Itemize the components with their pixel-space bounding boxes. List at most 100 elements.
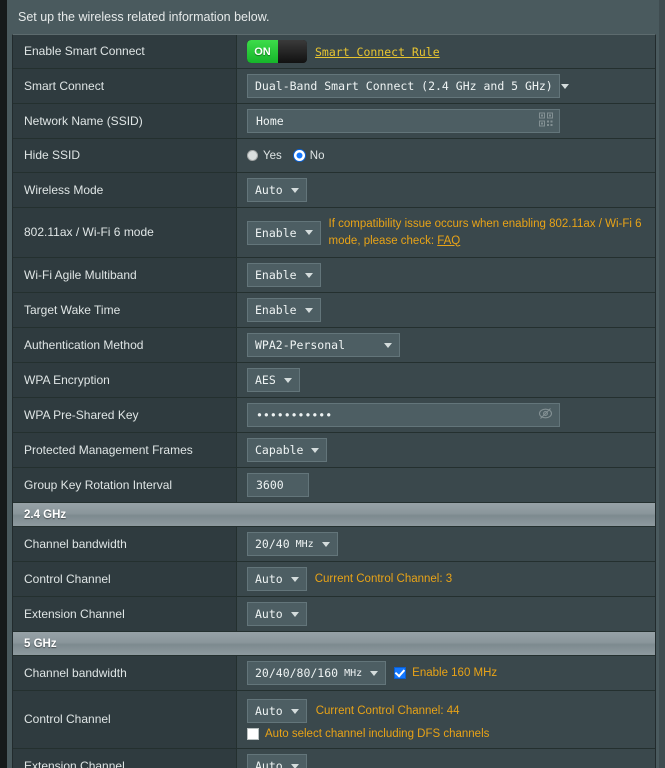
pmf-value: Capable — [255, 443, 304, 457]
value-enable-smart-connect: ON Smart Connect Rule — [237, 35, 655, 68]
row-network-name: Network Name (SSID) Home — [13, 104, 655, 139]
auth-method-select[interactable]: WPA2-Personal — [247, 333, 400, 357]
checkbox-box-160mhz — [394, 667, 407, 679]
value-target-wake-time: Enable — [237, 293, 655, 327]
radio-dot-no — [293, 150, 305, 161]
row-target-wake-time: Target Wake Time Enable — [13, 293, 655, 328]
control-channel-5-value: Auto — [255, 704, 283, 718]
value-24-channel-bandwidth: 20/40 MHz — [237, 527, 655, 561]
row-auth-method: Authentication Method WPA2-Personal — [13, 328, 655, 363]
channel-bandwidth-24-select[interactable]: 20/40 MHz — [247, 532, 338, 556]
pmf-select[interactable]: Capable — [247, 438, 328, 462]
row-ax-mode: 802.11ax / Wi-Fi 6 mode Enable If compat… — [13, 208, 655, 258]
extension-channel-24-select[interactable]: Auto — [247, 602, 307, 626]
smart-connect-rule-link[interactable]: Smart Connect Rule — [315, 45, 440, 59]
enable-160mhz-label: Enable 160 MHz — [412, 667, 498, 679]
control-channel-5-stack: Auto Current Control Channel: 44 Auto se… — [247, 699, 489, 740]
channel-bandwidth-5-select[interactable]: 20/40/80/160 MHz — [247, 661, 387, 685]
current-control-channel-24: Current Control Channel: 3 — [314, 573, 453, 585]
chevron-down-icon — [290, 187, 299, 193]
pre-shared-key-value: ••••••••••• — [256, 408, 333, 422]
row-5-extension-channel: Extension Channel Auto — [13, 749, 655, 768]
chevron-down-icon — [384, 342, 392, 348]
chevron-down-icon — [321, 541, 330, 547]
checkbox-box-dfs — [247, 728, 259, 740]
value-group-key-rotation: 3600 — [237, 468, 655, 502]
control-channel-5-row: Auto Current Control Channel: 44 — [247, 699, 489, 723]
auth-method-value: WPA2-Personal — [255, 338, 346, 352]
label-24-control-channel: Control Channel — [13, 562, 237, 596]
chevron-down-icon — [311, 447, 320, 453]
value-wireless-mode: Auto — [237, 173, 655, 207]
ax-mode-value: Enable — [255, 225, 297, 240]
wpa-encryption-select[interactable]: AES — [247, 368, 300, 392]
label-24-channel-bandwidth: Channel bandwidth — [13, 527, 237, 561]
wireless-mode-select[interactable]: Auto — [247, 178, 307, 202]
label-pre-shared-key: WPA Pre-Shared Key — [13, 398, 237, 432]
hide-ssid-radio-group: Yes No — [247, 150, 324, 162]
chevron-down-icon — [283, 377, 292, 383]
dfs-channels-label: Auto select channel including DFS channe… — [265, 728, 490, 740]
value-wpa-encryption: AES — [237, 363, 655, 397]
wpa-encryption-value: AES — [255, 373, 276, 387]
page-intro-text: Set up the wireless related information … — [12, 0, 656, 34]
toggle-on-label: ON — [247, 40, 278, 63]
group-key-rotation-input[interactable]: 3600 — [247, 473, 309, 497]
label-enable-smart-connect: Enable Smart Connect — [13, 35, 237, 68]
row-agile-multiband: Wi-Fi Agile Multiband Enable — [13, 258, 655, 293]
control-channel-24-value: Auto — [255, 572, 283, 586]
channel-bandwidth-24-value: 20/40 — [255, 537, 290, 551]
dfs-channels-checkbox[interactable]: Auto select channel including DFS channe… — [247, 728, 489, 740]
label-5-control-channel: Control Channel — [13, 691, 237, 748]
target-wake-time-select[interactable]: Enable — [247, 298, 321, 322]
enable-160mhz-checkbox[interactable]: Enable 160 MHz — [394, 667, 497, 679]
label-5-extension-channel: Extension Channel — [13, 749, 237, 768]
row-5-channel-bandwidth: Channel bandwidth 20/40/80/160 MHz Enabl… — [13, 656, 655, 691]
toggle-knob — [278, 40, 307, 63]
pre-shared-key-input[interactable]: ••••••••••• — [247, 403, 560, 427]
row-wireless-mode: Wireless Mode Auto — [13, 173, 655, 208]
group-key-rotation-value: 3600 — [256, 478, 284, 492]
ssid-input[interactable]: Home — [247, 109, 560, 133]
agile-multiband-value: Enable — [255, 268, 297, 282]
row-group-key-rotation: Group Key Rotation Interval 3600 — [13, 468, 655, 503]
hide-ssid-radio-yes[interactable]: Yes — [247, 150, 282, 162]
row-5-control-channel: Control Channel Auto Current Control Cha… — [13, 691, 655, 749]
value-network-name: Home — [237, 104, 655, 138]
control-channel-24-select[interactable]: Auto — [247, 567, 307, 591]
value-agile-multiband: Enable — [237, 258, 655, 292]
eye-icon[interactable] — [538, 407, 553, 423]
row-24-channel-bandwidth: Channel bandwidth 20/40 MHz — [13, 527, 655, 562]
label-smart-connect: Smart Connect — [13, 69, 237, 103]
chevron-down-icon — [370, 670, 379, 676]
row-hide-ssid: Hide SSID Yes No — [13, 139, 655, 173]
smart-connect-toggle[interactable]: ON — [247, 40, 307, 63]
row-pre-shared-key: WPA Pre-Shared Key ••••••••••• — [13, 398, 655, 433]
label-5-channel-bandwidth: Channel bandwidth — [13, 656, 237, 690]
control-channel-5-select[interactable]: Auto — [247, 699, 307, 723]
smart-connect-select[interactable]: Dual-Band Smart Connect (2.4 GHz and 5 G… — [247, 74, 569, 98]
settings-panel: Enable Smart Connect ON Smart Connect Ru… — [12, 34, 656, 768]
value-auth-method: WPA2-Personal — [237, 328, 655, 362]
faq-link[interactable]: FAQ — [437, 235, 460, 247]
extension-channel-5-select[interactable]: Auto — [247, 754, 307, 768]
chevron-down-icon — [290, 763, 299, 768]
qr-code-icon[interactable] — [539, 112, 553, 130]
chevron-down-icon — [304, 307, 313, 313]
label-pmf: Protected Management Frames — [13, 433, 237, 467]
extension-channel-5-value: Auto — [255, 759, 283, 768]
value-5-channel-bandwidth: 20/40/80/160 MHz Enable 160 MHz — [237, 656, 655, 690]
label-network-name: Network Name (SSID) — [13, 104, 237, 138]
ax-mode-select[interactable]: Enable — [247, 220, 321, 245]
section-header-24ghz: 2.4 GHz — [13, 503, 655, 527]
channel-bandwidth-24-unit: MHz — [295, 538, 314, 550]
chevron-down-icon — [290, 611, 299, 617]
label-auth-method: Authentication Method — [13, 328, 237, 362]
label-agile-multiband: Wi-Fi Agile Multiband — [13, 258, 237, 292]
extension-channel-24-value: Auto — [255, 607, 283, 621]
agile-multiband-select[interactable]: Enable — [247, 263, 321, 287]
value-5-extension-channel: Auto — [237, 749, 655, 768]
smart-connect-select-value: Dual-Band Smart Connect (2.4 GHz and 5 G… — [255, 79, 553, 93]
hide-ssid-radio-no[interactable]: No — [293, 150, 324, 162]
value-24-control-channel: Auto Current Control Channel: 3 — [237, 562, 655, 596]
